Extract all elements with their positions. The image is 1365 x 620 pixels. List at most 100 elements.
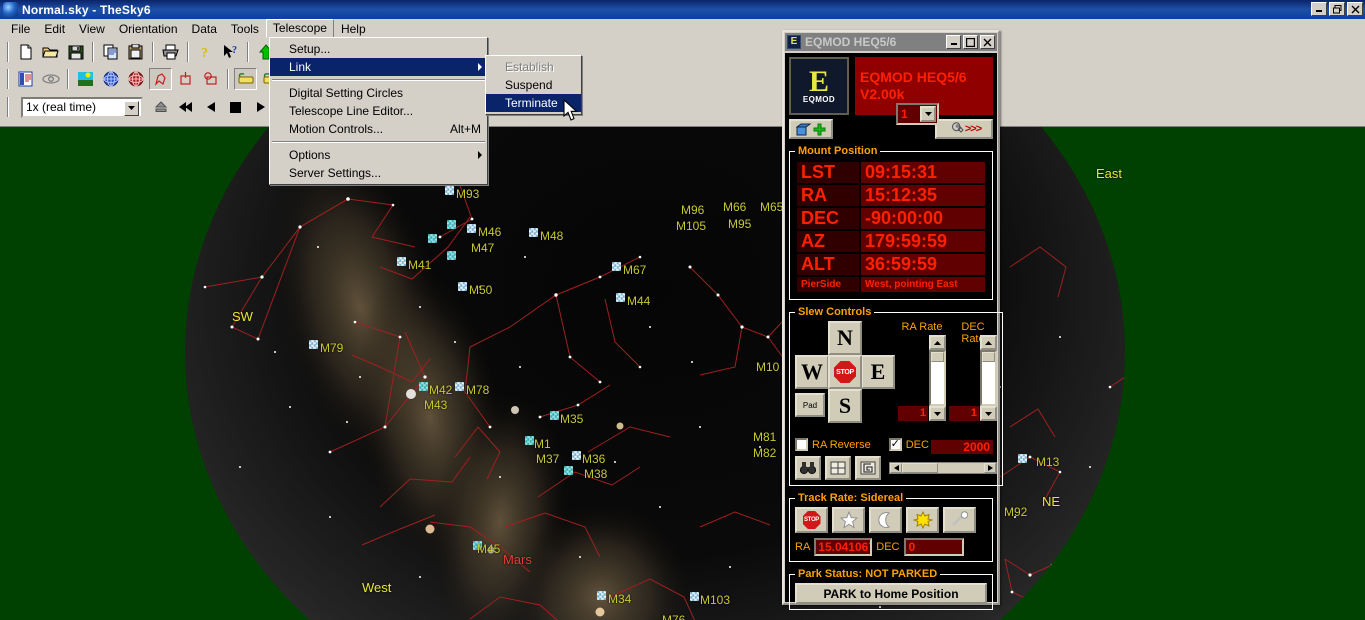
- eqmod-maximize-button[interactable]: [963, 35, 978, 49]
- eqmod-logo-glyph: E: [808, 64, 829, 98]
- constellation-boundaries-icon[interactable]: [174, 68, 197, 90]
- mount-key-lst: LST: [797, 162, 859, 183]
- time-rate-value: 1x (real time): [26, 100, 97, 114]
- dec-reverse-checkbox[interactable]: ✓: [888, 438, 902, 451]
- add-window-button[interactable]: [789, 119, 833, 139]
- eqmod-minimize-button[interactable]: [946, 35, 961, 49]
- menu-file[interactable]: File: [4, 20, 37, 38]
- help-question-icon[interactable]: ?: [194, 41, 217, 63]
- object-marker: [525, 436, 534, 445]
- step-back-icon[interactable]: [199, 96, 222, 118]
- sidereal-star-icon[interactable]: [832, 507, 865, 533]
- save-disk-icon[interactable]: [64, 41, 87, 63]
- sky-object-m13: M13: [1036, 455, 1060, 469]
- ra-rate-track[interactable]: [929, 350, 946, 406]
- dec-rate-dropdown[interactable]: 1: [896, 103, 939, 125]
- sky-object-m10: M10: [756, 360, 780, 374]
- menu-edit[interactable]: Edit: [37, 20, 72, 38]
- time-rate-select[interactable]: 1x (real time): [21, 96, 143, 118]
- ra-rate-up-button[interactable]: [929, 335, 946, 350]
- slider-right-button[interactable]: [984, 463, 996, 473]
- slew-north-button[interactable]: N: [828, 321, 862, 355]
- chevron-down-icon[interactable]: [920, 106, 936, 122]
- object-marker: [597, 591, 606, 600]
- menu-data[interactable]: Data: [185, 20, 224, 38]
- open-folder-icon[interactable]: [39, 41, 62, 63]
- stop-tracking-icon[interactable]: STOP: [795, 507, 828, 533]
- mount-value-dec: -90:00:00: [861, 208, 985, 229]
- sky-chart[interactable]: SW West East NE M93 M46 M47 M48 M50 M41 …: [0, 127, 1365, 620]
- binoculars-icon[interactable]: [795, 456, 821, 480]
- ra-rate-thumb[interactable]: [931, 352, 944, 362]
- menu-orientation[interactable]: Orientation: [112, 20, 185, 38]
- track-dec-input[interactable]: 0: [903, 538, 964, 556]
- lunar-moon-icon[interactable]: [869, 507, 902, 533]
- spiral-search-icon[interactable]: [855, 456, 881, 480]
- slew-west-button[interactable]: W: [795, 355, 829, 389]
- print-icon[interactable]: [159, 41, 182, 63]
- dec-rate-down-button[interactable]: [980, 406, 997, 421]
- dec-rate-spinner[interactable]: [980, 335, 997, 421]
- menuitem-telescope-line-editor[interactable]: Telescope Line Editor...: [270, 102, 487, 120]
- ra-rate-down-button[interactable]: [929, 406, 946, 421]
- grid-window-icon[interactable]: [825, 456, 851, 480]
- slider-left-button[interactable]: [890, 463, 902, 473]
- dec-rate-thumb[interactable]: [982, 352, 995, 362]
- track-ra-input[interactable]: 15.041067: [814, 538, 873, 556]
- menu-help[interactable]: Help: [334, 20, 373, 38]
- pad-button[interactable]: Pad: [795, 393, 825, 417]
- earth-globe-icon[interactable]: [124, 68, 147, 90]
- constellation-shapes-icon[interactable]: [199, 68, 222, 90]
- rewind-icon[interactable]: [174, 96, 197, 118]
- new-document-icon[interactable]: [14, 41, 37, 63]
- menuitem-setup[interactable]: Setup...: [270, 40, 487, 58]
- menuitem-server-settings[interactable]: Server Settings...: [270, 164, 487, 182]
- dec-rate-track[interactable]: [980, 350, 997, 406]
- tools-wrench-button[interactable]: >>>: [935, 119, 993, 139]
- close-button[interactable]: [1347, 2, 1363, 16]
- custom-comet-icon[interactable]: [943, 507, 976, 533]
- sky-object-m93: M93: [456, 187, 480, 201]
- slew-count-slider[interactable]: [889, 462, 997, 474]
- sky-object-m105: M105: [676, 219, 707, 233]
- menuitem-link[interactable]: Link: [270, 58, 487, 76]
- menuitem-label: Motion Controls...: [289, 122, 384, 136]
- help-pointer-icon[interactable]: ?: [219, 41, 242, 63]
- restore-button[interactable]: [1329, 2, 1345, 16]
- slew-south-button[interactable]: S: [828, 389, 862, 423]
- chevron-down-icon[interactable]: [124, 100, 139, 116]
- slew-stop-button[interactable]: STOP: [828, 355, 862, 389]
- object-info-icon[interactable]: [14, 68, 37, 90]
- menu-tools[interactable]: Tools: [224, 20, 266, 38]
- ra-reverse-checkbox[interactable]: [795, 438, 808, 451]
- slew-east-button[interactable]: E: [861, 355, 895, 389]
- horizon-view-icon[interactable]: [74, 68, 97, 90]
- menuitem-options[interactable]: Options: [270, 146, 487, 164]
- minimize-button[interactable]: [1311, 2, 1327, 16]
- object-marker: [309, 340, 318, 349]
- eqmod-close-button[interactable]: [980, 35, 995, 49]
- celestial-grid-icon[interactable]: [99, 68, 122, 90]
- eject-icon[interactable]: [149, 96, 172, 118]
- paste-clipboard-icon[interactable]: [124, 41, 147, 63]
- stop-icon[interactable]: [224, 96, 247, 118]
- menuitem-suspend[interactable]: Suspend: [486, 76, 581, 94]
- eqmod-window[interactable]: E EQMOD HEQ5/6 E EQMOD EQMOD HEQ5/6 V2.0…: [782, 30, 1003, 610]
- menu-view[interactable]: View: [72, 20, 112, 38]
- menu-telescope[interactable]: Telescope: [265, 19, 334, 38]
- park-to-home-button[interactable]: PARK to Home Position: [795, 583, 987, 604]
- solar-sun-icon[interactable]: [906, 507, 939, 533]
- menuitem-digital-setting-circles[interactable]: Digital Setting Circles: [270, 84, 487, 102]
- copy-icon[interactable]: [99, 41, 122, 63]
- telescope-menu[interactable]: Setup... Link Digital Setting Circles Te…: [269, 37, 488, 185]
- dec-rate-up-button[interactable]: [980, 335, 997, 350]
- menuitem-motion-controls[interactable]: Motion Controls... Alt+M: [270, 120, 487, 138]
- toolbar-separator: [92, 41, 94, 62]
- constellation-figures-icon[interactable]: [149, 67, 172, 90]
- find-label-icon[interactable]: [234, 67, 257, 90]
- slider-thumb[interactable]: [902, 463, 938, 473]
- eqmod-titlebar[interactable]: E EQMOD HEQ5/6: [785, 33, 997, 51]
- mount-key-alt: ALT: [797, 254, 859, 275]
- ra-rate-spinner[interactable]: [929, 335, 946, 421]
- orbit-icon[interactable]: [39, 68, 62, 90]
